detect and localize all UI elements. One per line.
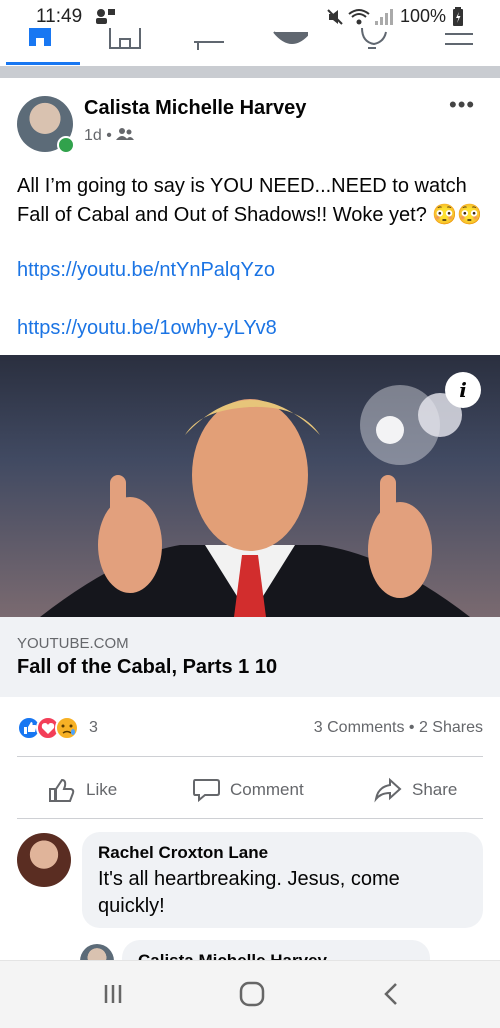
home-button-icon[interactable] bbox=[239, 981, 265, 1007]
care-reaction-icon bbox=[55, 716, 79, 740]
notifications-icon[interactable] bbox=[358, 28, 394, 50]
status-time: 11:49 bbox=[36, 6, 83, 27]
online-indicator bbox=[57, 136, 75, 154]
menu-icon[interactable] bbox=[444, 28, 480, 50]
commenter-avatar[interactable] bbox=[17, 833, 71, 887]
like-button[interactable]: Like bbox=[48, 775, 117, 805]
profile-icon[interactable] bbox=[272, 28, 308, 50]
like-icon bbox=[49, 778, 75, 802]
mute-icon bbox=[327, 9, 343, 25]
comment-label: Comment bbox=[230, 780, 304, 799]
post-link-2[interactable]: https://youtu.be/1owhy-yLYv8 bbox=[17, 317, 277, 340]
comment-text: It's all heartbreaking. Jesus, come quic… bbox=[98, 868, 400, 917]
signal-icon bbox=[375, 9, 393, 25]
more-options-icon[interactable]: ••• bbox=[449, 92, 475, 118]
battery-icon bbox=[453, 7, 463, 26]
profile-notif-icon bbox=[96, 9, 115, 24]
link-title[interactable]: Fall of the Cabal, Parts 1 10 bbox=[17, 656, 277, 679]
comment-icon bbox=[193, 779, 220, 803]
info-icon[interactable]: i bbox=[445, 372, 481, 408]
top-nav bbox=[0, 28, 500, 66]
watch-icon[interactable] bbox=[192, 28, 228, 50]
share-label: Share bbox=[412, 780, 458, 799]
battery-percent: 100% bbox=[400, 6, 447, 26]
reaction-count[interactable]: 3 bbox=[89, 719, 98, 737]
reactions-summary[interactable] bbox=[17, 715, 87, 741]
share-icon bbox=[374, 777, 402, 803]
reaction-icons bbox=[17, 716, 79, 740]
marketplace-icon[interactable] bbox=[108, 28, 144, 50]
post-author[interactable]: Calista Michelle Harvey bbox=[84, 97, 306, 120]
active-tab-indicator bbox=[6, 62, 80, 65]
commenter-name[interactable]: Rachel Croxton Lane bbox=[98, 843, 268, 863]
post-text: All I’m going to say is YOU NEED...NEED … bbox=[17, 175, 483, 226]
like-label: Like bbox=[86, 780, 118, 799]
recent-apps-icon[interactable] bbox=[102, 983, 124, 1005]
preview-photo bbox=[40, 385, 470, 617]
share-button[interactable]: Share bbox=[374, 775, 457, 805]
divider bbox=[17, 818, 483, 819]
post-stats[interactable]: 3 Comments • 2 Shares bbox=[314, 719, 483, 737]
back-icon[interactable] bbox=[382, 982, 400, 1006]
feed-separator bbox=[0, 66, 500, 78]
post-link-1[interactable]: https://youtu.be/ntYnPalqYzo bbox=[17, 259, 275, 282]
divider bbox=[17, 756, 483, 757]
system-nav-bar bbox=[0, 960, 500, 1028]
wifi-icon bbox=[348, 9, 370, 25]
link-preview-image[interactable] bbox=[0, 355, 500, 617]
friends-audience-icon bbox=[116, 128, 135, 140]
link-domain: YOUTUBE.COM bbox=[17, 635, 129, 652]
comment-button[interactable]: Comment bbox=[192, 775, 304, 805]
home-icon[interactable] bbox=[26, 28, 62, 50]
post-meta: 1d • bbox=[84, 127, 135, 145]
post-time[interactable]: 1d bbox=[84, 127, 102, 144]
